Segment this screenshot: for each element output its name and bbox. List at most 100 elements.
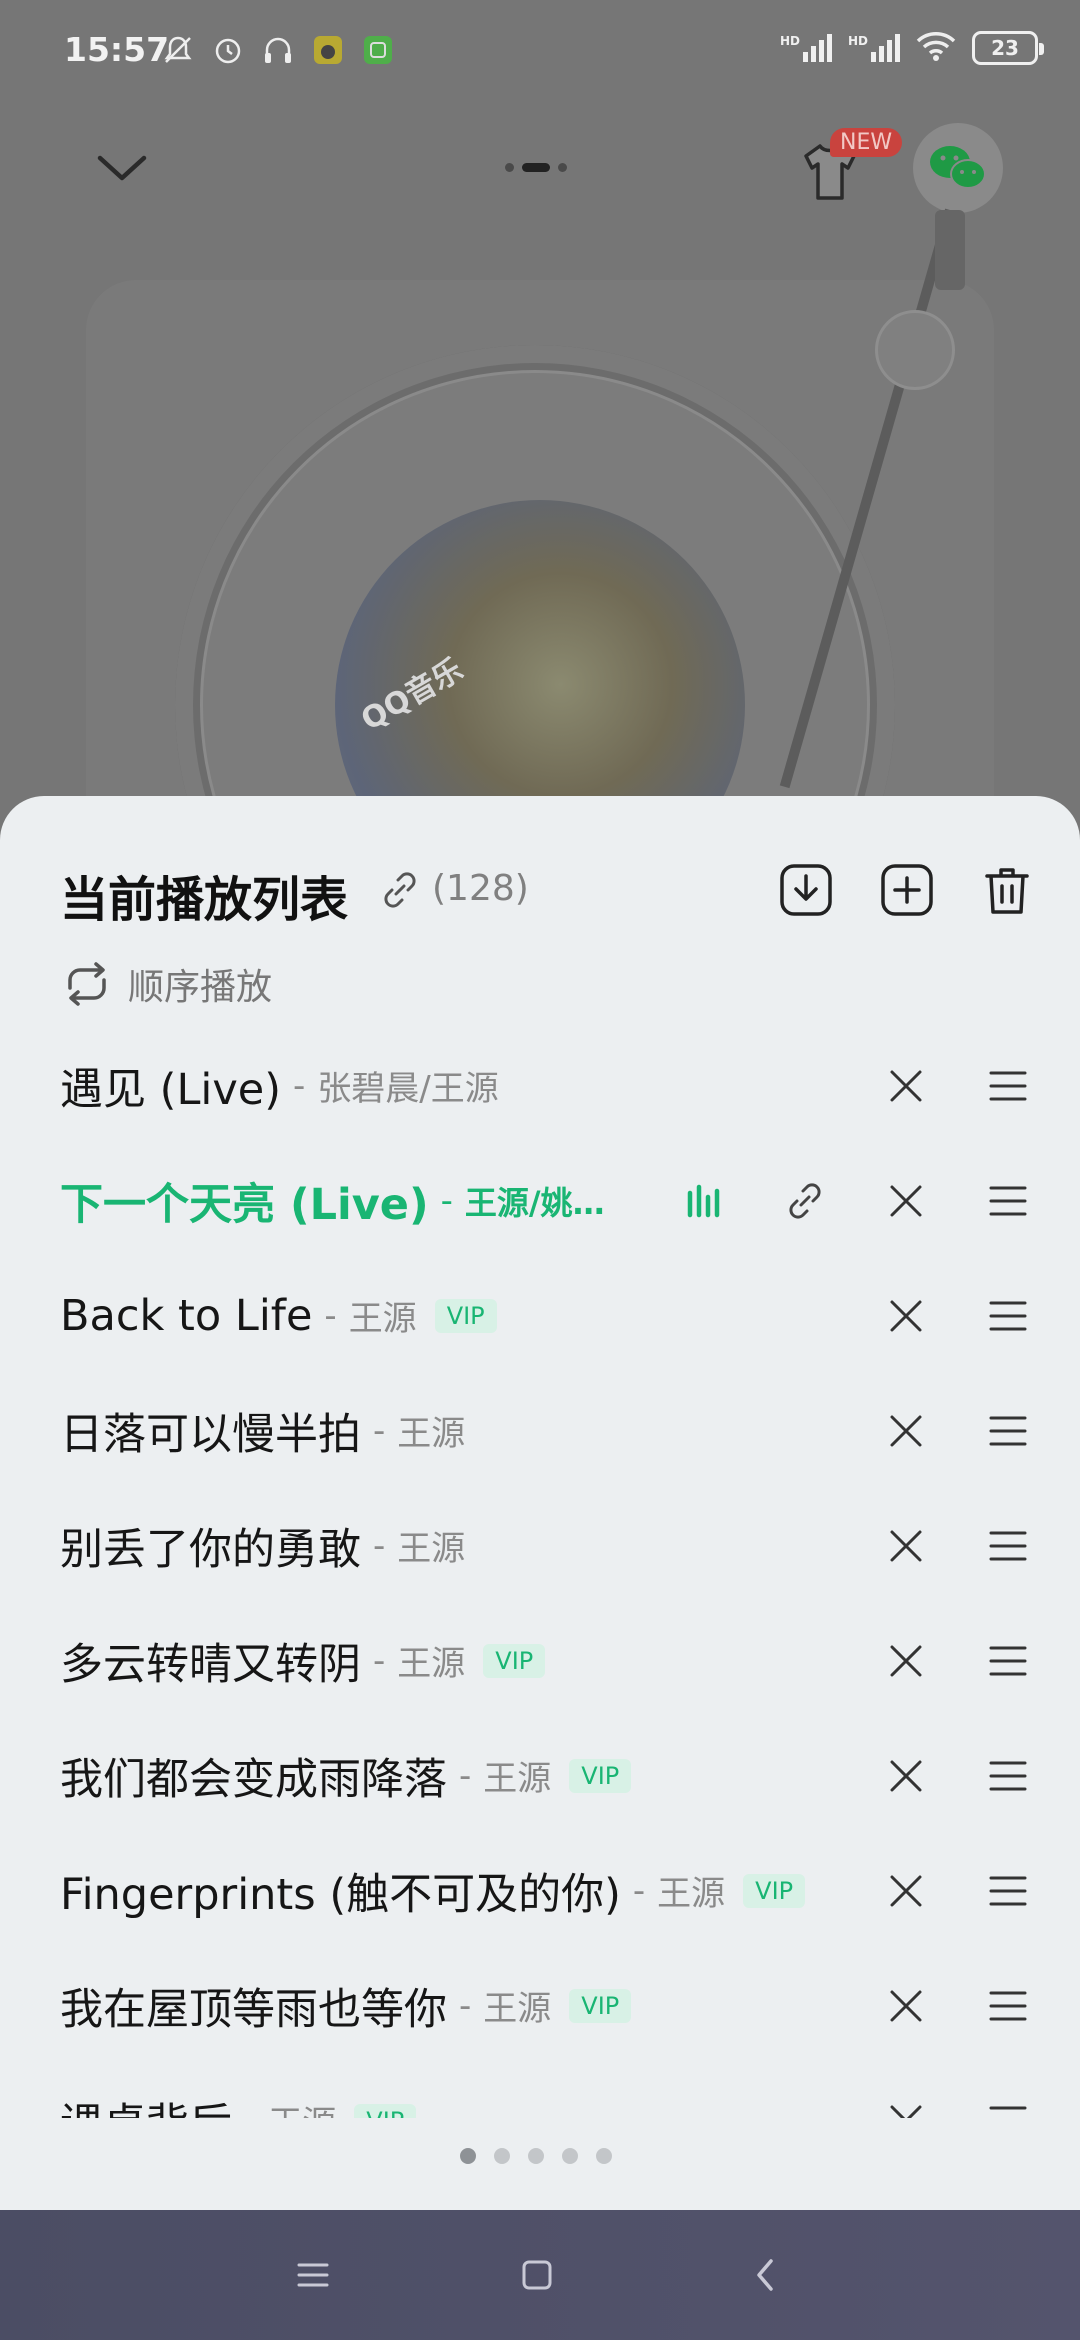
status-time: 15:57: [64, 30, 170, 69]
page-dot[interactable]: [562, 2148, 578, 2164]
status-icons-right: HD HD 23: [780, 30, 1044, 66]
drag-handle[interactable]: [978, 1286, 1038, 1346]
play-mode-label: 顺序播放: [128, 967, 273, 1008]
drag-handle-icon: [989, 2106, 1027, 2110]
play-mode-toggle[interactable]: 顺序播放: [60, 956, 272, 1012]
close-icon: [890, 1530, 922, 1562]
separator: -: [373, 1525, 386, 1566]
now-playing-icon: [675, 1171, 735, 1231]
page-dot[interactable]: [460, 2148, 476, 2164]
song-info: 我们都会变成雨降落 - 王源 VIP: [60, 1718, 632, 1833]
drag-handle[interactable]: [978, 1631, 1038, 1691]
drag-handle-icon: [989, 1761, 1027, 1791]
trash-icon: [985, 868, 1029, 914]
recent-apps-button[interactable]: [283, 2245, 343, 2305]
system-nav-bar: [0, 2210, 1080, 2340]
clear-playlist-button[interactable]: [977, 860, 1037, 920]
drag-handle[interactable]: [978, 1171, 1038, 1231]
link-icon[interactable]: [378, 868, 422, 912]
close-icon: [890, 1185, 922, 1217]
headphones-icon: [260, 32, 296, 68]
song-artist: 王源: [483, 1989, 552, 2029]
drag-handle[interactable]: [978, 1516, 1038, 1576]
song-title: 别丢了你的勇敢: [60, 1524, 361, 1575]
signal-icon: HD: [780, 34, 832, 62]
remove-song-button[interactable]: [876, 1286, 936, 1346]
add-to-playlist-button[interactable]: [877, 860, 937, 920]
song-row[interactable]: 别丢了你的勇敢 - 王源: [0, 1488, 1080, 1603]
song-title: 多云转晴又转阴: [60, 1639, 361, 1690]
song-artist: 王源: [348, 1299, 417, 1339]
vip-badge: VIP: [569, 1988, 632, 2023]
page-dot[interactable]: [596, 2148, 612, 2164]
song-title: Back to Life: [60, 1290, 313, 1341]
song-row[interactable]: Back to Life - 王源 VIP: [0, 1258, 1080, 1373]
song-row[interactable]: 日落可以慢半拍 - 王源: [0, 1373, 1080, 1488]
drag-handle[interactable]: [978, 1976, 1038, 2036]
drag-handle-icon: [989, 1071, 1027, 1101]
song-title: Fingerprints (触不可及的你): [60, 1869, 621, 1920]
cover-logo-text: QQ音乐: [355, 652, 470, 738]
drag-handle[interactable]: [978, 1746, 1038, 1806]
new-badge: NEW: [830, 128, 903, 157]
repeat-icon: [68, 962, 106, 1006]
song-row-playing[interactable]: 下一个天亮 (Live) - 王源/姚…: [0, 1143, 1080, 1258]
tonearm-pivot: [875, 310, 955, 390]
vip-badge: VIP: [569, 1758, 632, 1793]
remove-song-button[interactable]: [876, 1631, 936, 1691]
close-icon: [890, 1300, 922, 1332]
song-artist: 王源: [397, 1644, 466, 1684]
separator: -: [293, 1065, 306, 1106]
separator: -: [373, 1410, 386, 1451]
download-all-button[interactable]: [776, 860, 836, 920]
remove-song-button[interactable]: [876, 1516, 936, 1576]
add-icon: [881, 864, 933, 916]
drag-handle[interactable]: [978, 2091, 1038, 2118]
song-artist: 王源: [397, 1529, 466, 1569]
song-row[interactable]: 遇见 (Live) - 张碧晨/王源: [0, 1028, 1080, 1143]
wechat-share-button[interactable]: [913, 123, 1003, 213]
remove-song-button[interactable]: [876, 1401, 936, 1461]
song-title: 遇见 (Live): [60, 1064, 282, 1115]
alarm-icon: [210, 32, 246, 68]
song-info: 多云转晴又转阴 - 王源 VIP: [60, 1603, 546, 1718]
drag-handle[interactable]: [978, 1861, 1038, 1921]
close-icon: [890, 1415, 922, 1447]
separator: -: [459, 1985, 472, 2026]
song-info: 下一个天亮 (Live) - 王源/姚…: [60, 1143, 605, 1258]
song-row[interactable]: Fingerprints (触不可及的你) - 王源 VIP: [0, 1833, 1080, 1948]
song-row[interactable]: 多云转晴又转阴 - 王源 VIP: [0, 1603, 1080, 1718]
song-row[interactable]: 我在屋顶等雨也等你 - 王源 VIP: [0, 1948, 1080, 2063]
vip-badge: VIP: [483, 1643, 546, 1678]
sheet-page-indicator: [460, 2148, 612, 2164]
remove-song-button[interactable]: [876, 1976, 936, 2036]
status-bar: 15:57 HD HD 23: [0, 0, 1080, 110]
song-artist: 张碧晨/王源: [317, 1069, 499, 1109]
link-icon[interactable]: [775, 1171, 835, 1231]
song-row[interactable]: 我们都会变成雨降落 - 王源 VIP: [0, 1718, 1080, 1833]
back-button[interactable]: [736, 2245, 796, 2305]
song-title: 下一个天亮 (Live): [60, 1179, 429, 1230]
home-button[interactable]: [507, 2245, 567, 2305]
page-dot[interactable]: [494, 2148, 510, 2164]
wechat-icon: [930, 146, 986, 189]
song-row[interactable]: 课桌背后 - 王源 VIP: [0, 2063, 1080, 2118]
battery-indicator: 23: [972, 31, 1044, 65]
drag-handle[interactable]: [978, 1056, 1038, 1116]
song-artist: 王源/姚…: [464, 1183, 605, 1222]
wifi-icon: [916, 30, 956, 66]
chevron-down-icon: [97, 155, 147, 181]
page-dot[interactable]: [528, 2148, 544, 2164]
song-artist: 王源: [483, 1759, 552, 1799]
remove-song-button[interactable]: [876, 1746, 936, 1806]
collapse-button[interactable]: [92, 140, 152, 200]
drag-handle-icon: [989, 1531, 1027, 1561]
remove-song-button[interactable]: [876, 2091, 936, 2118]
remove-song-button[interactable]: [876, 1171, 936, 1231]
remove-song-button[interactable]: [876, 1056, 936, 1116]
drag-handle[interactable]: [978, 1401, 1038, 1461]
remove-song-button[interactable]: [876, 1861, 936, 1921]
separator: -: [459, 1755, 472, 1796]
signal-icon: HD: [848, 34, 900, 62]
close-icon: [890, 1760, 922, 1792]
